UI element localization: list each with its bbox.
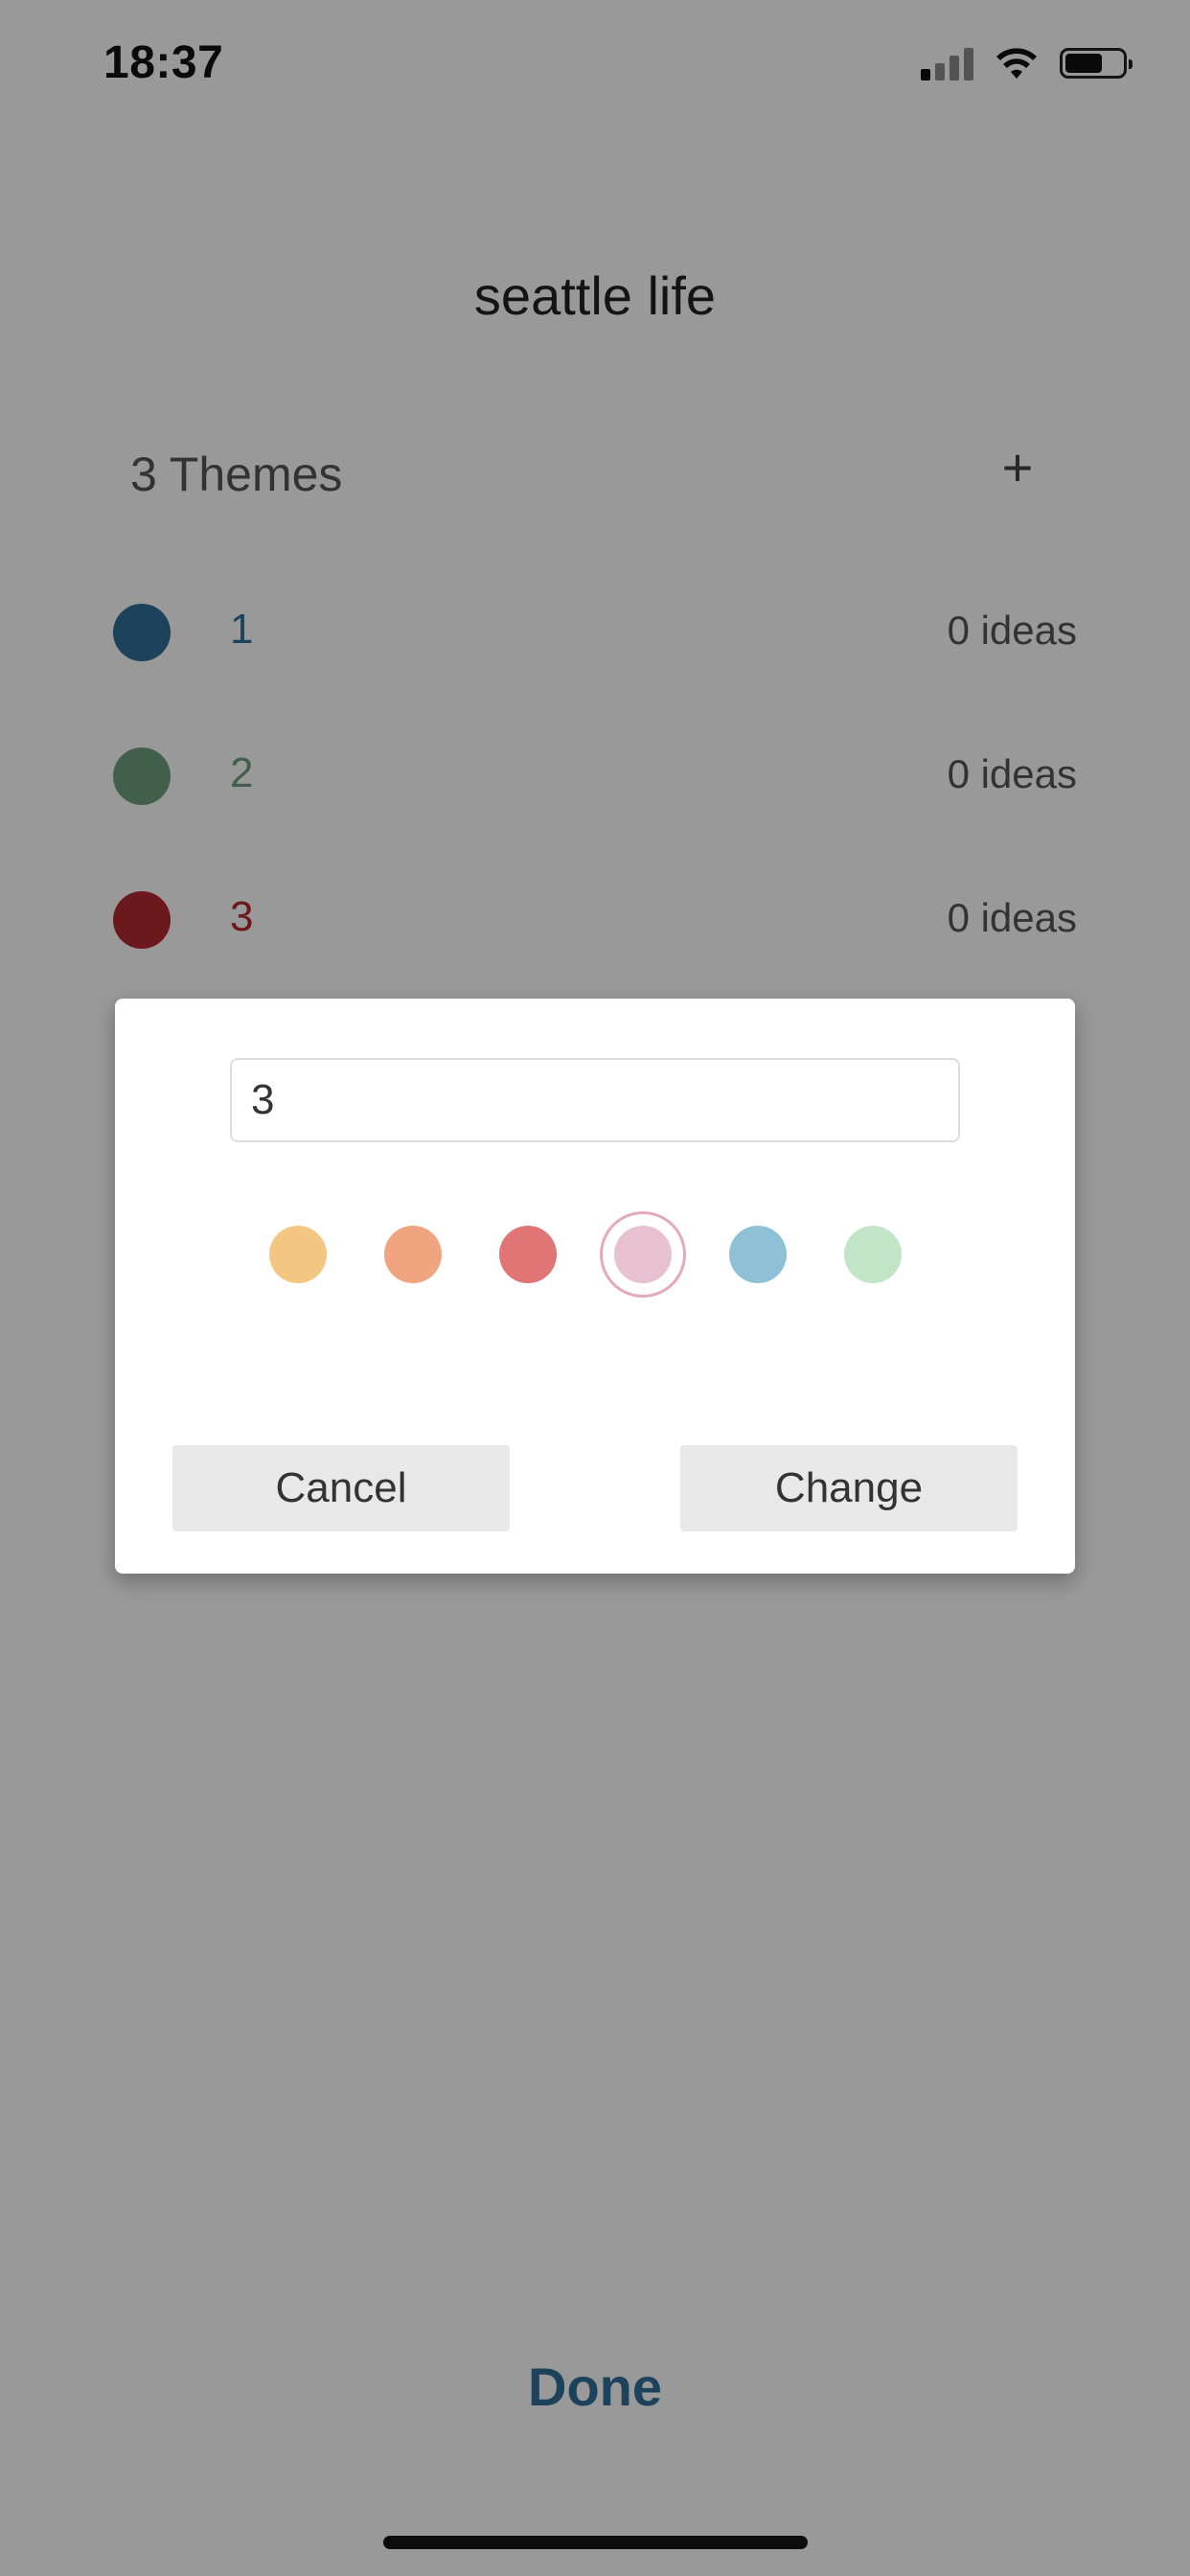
edit-theme-dialog: Cancel Change	[115, 999, 1075, 1574]
color-swatch-orange[interactable]	[370, 1211, 456, 1298]
color-swatch-pink[interactable]	[600, 1211, 686, 1298]
color-picker	[115, 1211, 1075, 1298]
change-button[interactable]: Change	[680, 1445, 1018, 1531]
color-swatch-green[interactable]	[830, 1211, 916, 1298]
color-swatch-red[interactable]	[485, 1211, 571, 1298]
color-swatch-yellow[interactable]	[255, 1211, 341, 1298]
cancel-button[interactable]: Cancel	[172, 1445, 510, 1531]
theme-name-input[interactable]	[230, 1058, 960, 1142]
color-swatch-blue[interactable]	[715, 1211, 801, 1298]
home-indicator	[383, 2536, 808, 2549]
